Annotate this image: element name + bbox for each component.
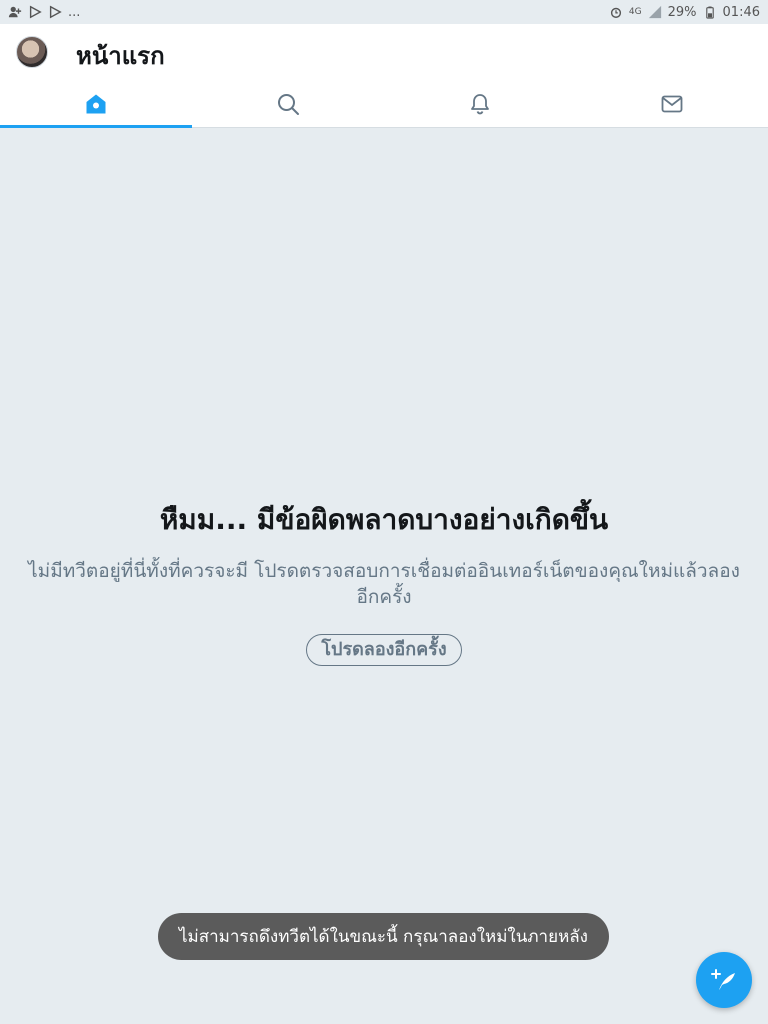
search-icon (278, 94, 299, 115)
tab-search[interactable] (192, 80, 384, 128)
battery-percent: 29% (667, 4, 697, 20)
signal-icon (648, 5, 662, 19)
play-icon (48, 5, 62, 19)
compose-tweet-button[interactable] (696, 952, 752, 1008)
network-type: 4G (628, 7, 642, 17)
status-bar-left: ... (8, 5, 80, 20)
alarm-icon (609, 6, 623, 18)
status-bar-right: 4G 29% 01:46 (609, 5, 760, 20)
add-user-icon (8, 6, 22, 18)
page-title: หน้าแรก (76, 42, 165, 70)
play-icon (28, 5, 42, 19)
error-description: ไม่มีทวีตอยู่ที่นี่ทั้งที่ควรจะมี โปรดตร… (28, 560, 740, 608)
compose-tweet-icon (711, 969, 735, 990)
toast-message: ไม่สามารถดึงทวีตได้ในขณะนี้ กรุณาลองใหม่… (158, 913, 609, 960)
title-row: หน้าแรก (0, 24, 768, 80)
mail-icon (661, 95, 683, 113)
tab-home[interactable] (0, 80, 192, 128)
clock: 01:46 (722, 4, 760, 20)
status-bar: ... 4G 29% 01:46 (0, 0, 768, 24)
home-icon (86, 94, 106, 114)
app-header: หน้าแรก (0, 24, 768, 128)
battery-icon (703, 6, 717, 19)
status-overflow: ... (68, 4, 81, 20)
error-title: หืมม... มีข้อผิดพลาดบางอย่างเกิดขึ้น (159, 503, 609, 536)
tab-messages[interactable] (576, 80, 768, 128)
avatar[interactable] (16, 36, 48, 68)
bell-icon (471, 94, 489, 115)
tab-bar (0, 80, 768, 128)
error-state: หืมม... มีข้อผิดพลาดบางอย่างเกิดขึ้น ไม่… (0, 498, 768, 666)
tab-notifications[interactable] (384, 80, 576, 128)
retry-button[interactable]: โปรดลองอีกครั้ง (306, 634, 462, 666)
